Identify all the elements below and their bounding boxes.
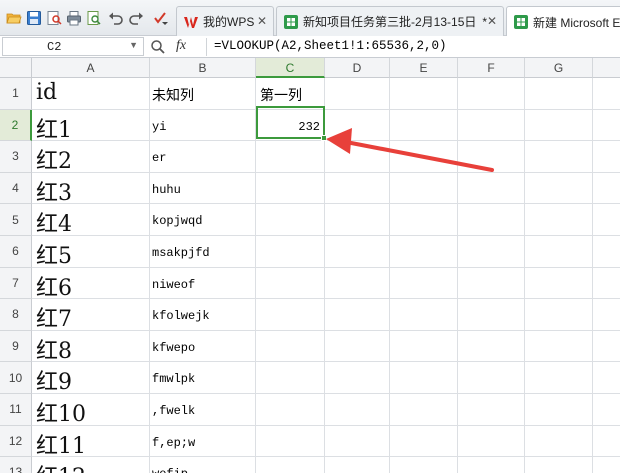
gridline <box>457 78 458 473</box>
cell-a12[interactable]: 红11 <box>36 428 86 460</box>
gridline <box>32 361 620 363</box>
formula-bar: C2 ▼ fx =VLOOKUP(A2,Sheet1!1:65536,2,0) <box>0 36 620 58</box>
cell-a2[interactable]: 红1 <box>36 112 72 144</box>
row-header-3[interactable]: 3 <box>0 141 32 173</box>
gridline <box>32 424 620 426</box>
print-preview-icon[interactable] <box>46 10 62 26</box>
save-icon[interactable] <box>26 10 42 26</box>
column-header-h[interactable] <box>593 58 620 78</box>
gridline <box>32 171 620 173</box>
cell-b13[interactable]: wefip <box>152 467 188 473</box>
cell-b11[interactable]: ,fwelk <box>152 404 195 418</box>
spreadsheet-icon <box>283 14 299 30</box>
folder-open-icon[interactable] <box>6 10 22 26</box>
cell-a7[interactable]: 红6 <box>36 270 72 302</box>
gridline <box>149 78 150 473</box>
spreadsheet-icon <box>513 14 529 30</box>
tab-new-excel[interactable]: 新建 Microsoft Exce <box>506 6 620 37</box>
cell-b7[interactable]: niweof <box>152 278 195 292</box>
search-doc-icon[interactable] <box>86 10 102 26</box>
gridline <box>32 266 620 268</box>
chevron-down-icon[interactable]: ▼ <box>129 40 138 50</box>
close-tab-icon[interactable]: ✕ <box>257 14 267 28</box>
gridline <box>32 203 620 205</box>
tab-my-wps[interactable]: 我的WPS ✕ <box>176 6 274 36</box>
cell-b5[interactable]: kopjwqd <box>152 214 202 228</box>
insert-function-button[interactable]: fx <box>176 38 186 54</box>
gridline <box>32 108 620 110</box>
row-header-7[interactable]: 7 <box>0 267 32 300</box>
more-dropdown-icon[interactable] <box>152 10 168 26</box>
cell-b6[interactable]: msakpjfd <box>152 246 210 260</box>
row-header-1[interactable]: 1 <box>0 78 32 110</box>
cell-a9[interactable]: 红8 <box>36 333 72 365</box>
zoom-search-icon[interactable] <box>150 39 166 55</box>
row-header-4[interactable]: 4 <box>0 172 32 205</box>
cell-a1[interactable]: id <box>36 80 57 105</box>
active-cell-selection[interactable] <box>256 106 327 141</box>
cell-b8[interactable]: kfolwejk <box>152 309 210 323</box>
quick-access-toolbar: 我的WPS ✕ 新知项目任务第三批-2月13-15日 * ✕ 新建 Micros… <box>0 0 620 37</box>
name-box[interactable]: C2 ▼ <box>2 37 144 56</box>
select-all-corner[interactable] <box>0 58 32 78</box>
cell-a3[interactable]: 红2 <box>36 143 72 175</box>
row-header-9[interactable]: 9 <box>0 330 32 363</box>
row-header-12[interactable]: 12 <box>0 425 32 458</box>
gridline <box>524 78 525 473</box>
cell-b4[interactable]: huhu <box>152 183 181 197</box>
column-header-e[interactable]: E <box>390 58 458 78</box>
print-icon[interactable] <box>66 10 82 26</box>
gridline <box>32 235 620 236</box>
cell-b12[interactable]: f,ep;w <box>152 436 195 450</box>
close-tab-icon[interactable]: ✕ <box>487 14 497 28</box>
row-header-2[interactable]: 2 <box>0 109 32 142</box>
row-header-11[interactable]: 11 <box>0 394 32 426</box>
row-header-5[interactable]: 5 <box>0 204 32 236</box>
divider <box>206 38 207 56</box>
column-header-g[interactable]: G <box>525 58 593 78</box>
row-header-8[interactable]: 8 <box>0 299 32 331</box>
cell-b3[interactable]: er <box>152 151 166 165</box>
gridline <box>32 298 620 300</box>
gridline <box>32 456 620 458</box>
cell-reference: C2 <box>47 40 62 54</box>
row-header-13[interactable]: 13 <box>0 457 32 473</box>
cell-a4[interactable]: 红3 <box>36 175 72 207</box>
row-header-6[interactable]: 6 <box>0 236 32 268</box>
cell-b1[interactable]: 未知列 <box>152 85 194 105</box>
column-header-c[interactable]: C <box>256 58 325 78</box>
row-header-10[interactable]: 10 <box>0 362 32 394</box>
tab-label: 新知项目任务第三批-2月13-15日 <box>303 15 477 29</box>
column-header-a[interactable]: A <box>32 58 150 78</box>
cell-a5[interactable]: 红4 <box>36 206 72 238</box>
cell-a13[interactable]: 红12 <box>36 459 86 473</box>
column-header-b[interactable]: B <box>150 58 256 78</box>
gridline <box>32 393 620 394</box>
redo-icon[interactable] <box>128 10 144 26</box>
fill-handle[interactable] <box>321 135 327 141</box>
column-header-d[interactable]: D <box>325 58 390 78</box>
cell-b9[interactable]: kfwepo <box>152 341 195 355</box>
cell-c1[interactable]: 第一列 <box>260 85 302 105</box>
wps-logo-icon <box>183 14 199 30</box>
gridline <box>592 78 593 473</box>
cell-b10[interactable]: fmwlpk <box>152 372 195 386</box>
formula-input[interactable]: =VLOOKUP(A2,Sheet1!1:65536,2,0) <box>214 39 447 53</box>
undo-icon[interactable] <box>108 10 124 26</box>
gridline <box>389 78 390 473</box>
cell-b2[interactable]: yi <box>152 120 166 134</box>
cell-a8[interactable]: 红7 <box>36 301 72 333</box>
column-header-f[interactable]: F <box>458 58 525 78</box>
tab-xinzhi-project[interactable]: 新知项目任务第三批-2月13-15日 * ✕ <box>276 6 504 36</box>
tab-label: 新建 Microsoft Exce <box>533 15 620 30</box>
cell-a11[interactable]: 红10 <box>36 396 86 428</box>
gridline <box>32 329 620 331</box>
cell-a6[interactable]: 红5 <box>36 238 72 270</box>
tab-label: 我的WPS <box>203 15 255 29</box>
cell-a10[interactable]: 红9 <box>36 364 72 396</box>
